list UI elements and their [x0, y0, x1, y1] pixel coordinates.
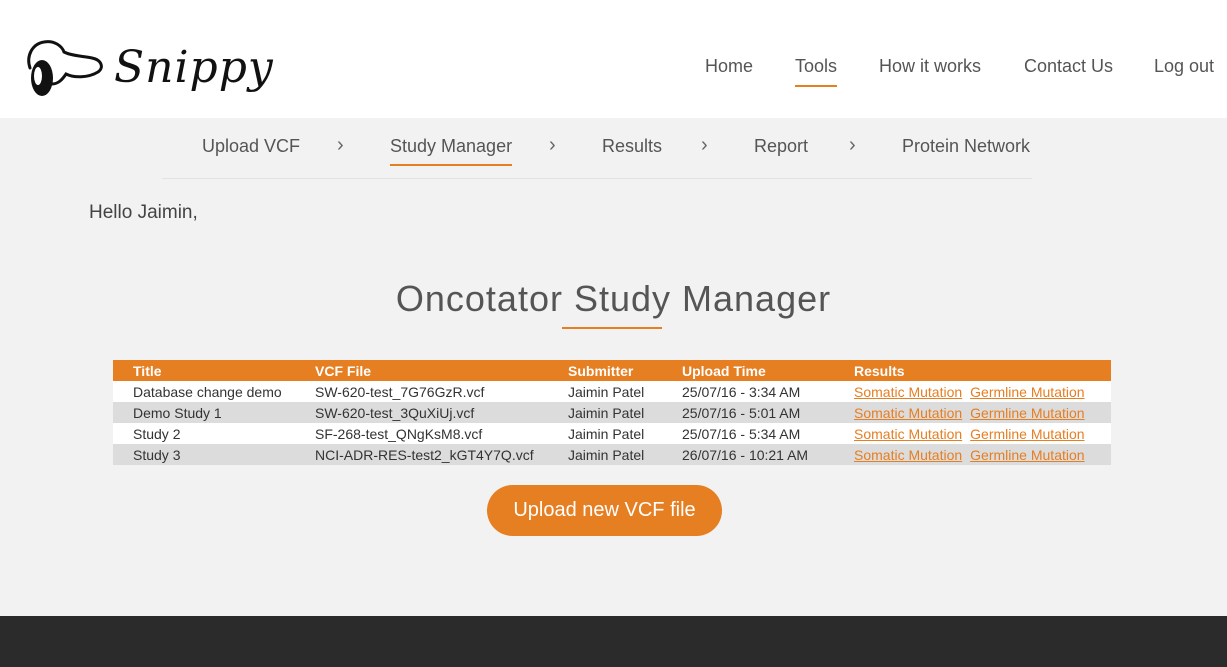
vcf-file: SF-268-test_QNgKsM8.vcf	[295, 423, 548, 444]
header-title: Title	[113, 360, 295, 381]
chevron-right-icon: ›	[549, 134, 556, 156]
header-upload-time: Upload Time	[662, 360, 834, 381]
nav-contact-us[interactable]: Contact Us	[1024, 56, 1113, 77]
germline-mutation-link[interactable]: Germline Mutation	[970, 447, 1084, 463]
germline-mutation-link[interactable]: Germline Mutation	[970, 426, 1084, 442]
tab-upload-vcf[interactable]: Upload VCF	[202, 136, 300, 157]
tab-protein-network[interactable]: Protein Network	[902, 136, 1030, 157]
results-cell: Somatic Mutation Germline Mutation	[834, 381, 1111, 402]
somatic-mutation-link[interactable]: Somatic Mutation	[854, 447, 962, 463]
table-row: Study 3 NCI-ADR-RES-test2_kGT4Y7Q.vcf Ja…	[113, 444, 1111, 465]
results-cell: Somatic Mutation Germline Mutation	[834, 402, 1111, 423]
chevron-right-icon: ›	[849, 134, 856, 156]
vcf-file: SW-620-test_3QuXiUj.vcf	[295, 402, 548, 423]
germline-mutation-link[interactable]: Germline Mutation	[970, 384, 1084, 400]
tab-results[interactable]: Results	[602, 136, 662, 157]
tab-study-manager[interactable]: Study Manager	[390, 136, 513, 166]
submitter: Jaimin Patel	[548, 444, 662, 465]
chevron-right-icon: ›	[337, 134, 344, 156]
table-row: Demo Study 1 SW-620-test_3QuXiUj.vcf Jai…	[113, 402, 1111, 423]
table-row: Study 2 SF-268-test_QNgKsM8.vcf Jaimin P…	[113, 423, 1111, 444]
somatic-mutation-link[interactable]: Somatic Mutation	[854, 384, 962, 400]
study-title: Study 2	[113, 423, 295, 444]
nav-home[interactable]: Home	[705, 56, 753, 77]
results-cell: Somatic Mutation Germline Mutation	[834, 444, 1111, 465]
upload-new-vcf-button[interactable]: Upload new VCF file	[487, 485, 722, 536]
nav-tools[interactable]: Tools	[795, 56, 838, 87]
somatic-mutation-link[interactable]: Somatic Mutation	[854, 405, 962, 421]
nav-how-it-works[interactable]: How it works	[879, 56, 981, 77]
submitter: Jaimin Patel	[548, 402, 662, 423]
main-nav: Home Tools How it works Contact Us Log o…	[0, 56, 1227, 87]
study-title: Study 3	[113, 444, 295, 465]
study-title: Demo Study 1	[113, 402, 295, 423]
header-results: Results	[834, 360, 1111, 381]
site-header: Snippy Home Tools How it works Contact U…	[0, 0, 1227, 118]
workflow-nav: Upload VCF › Study Manager › Results › R…	[162, 118, 1032, 179]
nav-log-out[interactable]: Log out	[1154, 56, 1214, 77]
vcf-file: NCI-ADR-RES-test2_kGT4Y7Q.vcf	[295, 444, 548, 465]
upload-time: 25/07/16 - 3:34 AM	[662, 381, 834, 402]
somatic-mutation-link[interactable]: Somatic Mutation	[854, 426, 962, 442]
submitter: Jaimin Patel	[548, 423, 662, 444]
header-vcf-file: VCF File	[295, 360, 548, 381]
studies-table: Title VCF File Submitter Upload Time Res…	[113, 360, 1111, 465]
page-title: Oncotator Study Manager	[395, 278, 832, 320]
table-row: Database change demo SW-620-test_7G76GzR…	[113, 381, 1111, 402]
tab-report[interactable]: Report	[754, 136, 808, 157]
upload-time: 26/07/16 - 10:21 AM	[662, 444, 834, 465]
header-submitter: Submitter	[548, 360, 662, 381]
germline-mutation-link[interactable]: Germline Mutation	[970, 405, 1084, 421]
upload-time: 25/07/16 - 5:34 AM	[662, 423, 834, 444]
upload-time: 25/07/16 - 5:01 AM	[662, 402, 834, 423]
results-cell: Somatic Mutation Germline Mutation	[834, 423, 1111, 444]
greeting: Hello Jaimin,	[89, 202, 198, 223]
site-footer	[0, 616, 1227, 667]
vcf-file: SW-620-test_7G76GzR.vcf	[295, 381, 548, 402]
title-divider	[562, 327, 662, 329]
table-header-row: Title VCF File Submitter Upload Time Res…	[113, 360, 1111, 381]
chevron-right-icon: ›	[701, 134, 708, 156]
submitter: Jaimin Patel	[548, 381, 662, 402]
study-title: Database change demo	[113, 381, 295, 402]
